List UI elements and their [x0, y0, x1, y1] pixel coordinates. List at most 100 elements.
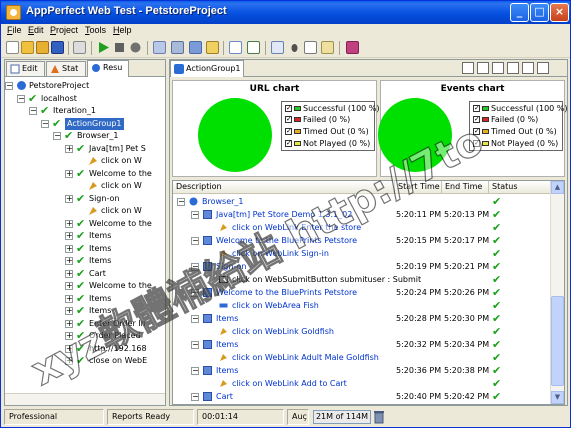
- table-row[interactable]: − Cart 5:20:40 PM 5:20:42 PM ✔: [173, 390, 551, 403]
- menu-project[interactable]: Project: [50, 25, 78, 35]
- menu-help[interactable]: Help: [113, 25, 132, 35]
- legend-checkbox[interactable]: [473, 138, 480, 149]
- legend-checkbox[interactable]: [473, 126, 480, 137]
- expand-toggle-icon[interactable]: +: [65, 357, 73, 365]
- tree-node[interactable]: − ✔ Iteration_1: [5, 105, 165, 117]
- legend-item-successful[interactable]: Successful (100 %): [285, 103, 380, 114]
- tree-node[interactable]: + ✔ Welcome to the: [5, 280, 165, 292]
- view-icon[interactable]: [462, 62, 474, 74]
- tree-node[interactable]: click on W: [5, 180, 165, 192]
- expand-toggle-icon[interactable]: −: [191, 341, 199, 349]
- tree-node[interactable]: + ✔ Java[tm] Pet S: [5, 143, 165, 155]
- col-end-time[interactable]: End Time: [442, 181, 489, 194]
- col-start-time[interactable]: Start Time: [395, 181, 442, 194]
- table-row[interactable]: − Items 5:20:36 PM 5:20:38 PM ✔: [173, 364, 551, 377]
- expand-toggle-icon[interactable]: +: [65, 344, 73, 353]
- help-book-icon[interactable]: [346, 41, 359, 54]
- legend-checkbox[interactable]: [473, 114, 480, 125]
- tree-node[interactable]: + ✔ Items: [5, 230, 165, 242]
- options-icon[interactable]: [321, 41, 334, 54]
- expand-toggle-icon[interactable]: +: [65, 269, 73, 278]
- legend-item-failed[interactable]: Failed (0 %): [473, 114, 538, 125]
- tree-node[interactable]: + ✔ close on WebE: [5, 355, 165, 367]
- scroll-thumb[interactable]: [551, 296, 564, 386]
- tab-edit[interactable]: Edit: [6, 61, 45, 76]
- close-button[interactable]: ×: [550, 3, 569, 22]
- expand-toggle-icon[interactable]: +: [65, 144, 73, 153]
- open-project-icon[interactable]: [36, 41, 49, 54]
- expand-toggle-icon[interactable]: −: [53, 132, 61, 140]
- expand-toggle-icon[interactable]: −: [17, 94, 25, 103]
- legend-item-not-played[interactable]: Not Played (0 %): [285, 138, 370, 149]
- table-row[interactable]: click on WebSubmitButton submituser : Su…: [173, 273, 551, 286]
- tab-results[interactable]: Resu: [87, 60, 129, 77]
- expand-toggle-icon[interactable]: −: [5, 82, 13, 90]
- legend-checkbox[interactable]: [285, 103, 292, 114]
- monitor-icon[interactable]: [271, 41, 284, 54]
- legend-item-failed[interactable]: Failed (0 %): [285, 114, 350, 125]
- expand-toggle-icon[interactable]: −: [29, 107, 37, 115]
- legend-checkbox[interactable]: [473, 103, 480, 114]
- tree-node[interactable]: + ✔ Cart: [5, 268, 165, 280]
- scroll-down-icon[interactable]: ▼: [551, 391, 564, 404]
- document-icon[interactable]: [304, 41, 317, 54]
- configure-icon[interactable]: [189, 41, 202, 54]
- save-icon[interactable]: [51, 41, 64, 54]
- expand-toggle-icon[interactable]: +: [65, 332, 73, 340]
- expand-toggle-icon[interactable]: +: [65, 232, 73, 240]
- trash-icon[interactable]: [374, 410, 384, 424]
- browser-icon[interactable]: [171, 41, 184, 54]
- tree-node[interactable]: click on W: [5, 205, 165, 217]
- play-icon[interactable]: [97, 41, 110, 54]
- title-bar[interactable]: AppPerfect Web Test - PetstoreProject _ …: [1, 1, 570, 24]
- tree-node[interactable]: − ✔ ActionGroup1: [5, 117, 165, 130]
- tree-node[interactable]: + ✔ Order Placed: [5, 330, 165, 342]
- expand-toggle-icon[interactable]: −: [191, 393, 199, 401]
- expand-toggle-icon[interactable]: −: [191, 237, 199, 245]
- col-status[interactable]: Status: [489, 181, 551, 194]
- results-tree[interactable]: − PetstoreProject − ✔ localhost − ✔ Iteration_1…: [5, 78, 165, 405]
- detach-icon[interactable]: [537, 62, 549, 74]
- tree-node[interactable]: click on W: [5, 155, 165, 167]
- bug-icon[interactable]: [288, 41, 301, 54]
- table-row[interactable]: click on WebLink Sign-in ✔: [173, 247, 551, 260]
- legend-checkbox[interactable]: [285, 138, 292, 149]
- table-row[interactable]: click on WebLink Goldfish ✔: [173, 325, 551, 338]
- tree-node[interactable]: + ✔ Welcome to the: [5, 218, 165, 230]
- table-row[interactable]: − Items 5:20:28 PM 5:20:30 PM ✔: [173, 312, 551, 325]
- new-icon[interactable]: [6, 41, 19, 54]
- edit-icon[interactable]: [229, 41, 242, 54]
- refresh-icon[interactable]: [492, 62, 504, 74]
- table-row[interactable]: − Welcome to the BluePrints Petstore 5:20:…: [173, 234, 551, 247]
- expand-toggle-icon[interactable]: −: [41, 119, 49, 128]
- expand-toggle-icon[interactable]: −: [177, 198, 185, 206]
- expand-toggle-icon[interactable]: −: [191, 315, 199, 323]
- expand-toggle-icon[interactable]: −: [191, 289, 199, 297]
- record-icon[interactable]: [129, 41, 142, 54]
- expand-toggle-icon[interactable]: +: [65, 282, 73, 290]
- chart-icon[interactable]: [247, 41, 260, 54]
- tree-node[interactable]: + ✔ Sign-on: [5, 193, 165, 205]
- table-row[interactable]: − Welcome to the BluePrints Petstore 5:20:…: [173, 286, 551, 299]
- export-icon[interactable]: [477, 62, 489, 74]
- table-row[interactable]: − Sign-on 5:20:19 PM 5:20:21 PM ✔: [173, 260, 551, 273]
- report-icon[interactable]: [206, 41, 219, 54]
- tree-node[interactable]: − ✔ Browser_1: [5, 130, 165, 142]
- expand-toggle-icon[interactable]: −: [191, 211, 199, 219]
- expand-toggle-icon[interactable]: −: [191, 263, 199, 271]
- maximize-button[interactable]: □: [530, 3, 549, 22]
- legend-checkbox[interactable]: [285, 126, 292, 137]
- open-folder-icon[interactable]: [21, 41, 34, 54]
- stop-icon[interactable]: [113, 41, 126, 54]
- tab-actiongroup1[interactable]: ActionGroup1: [170, 60, 244, 77]
- menu-tools[interactable]: Tools: [85, 25, 106, 35]
- expand-toggle-icon[interactable]: +: [65, 307, 73, 315]
- tree-node[interactable]: + ✔ Enter Order In: [5, 318, 165, 330]
- excel-icon[interactable]: [507, 62, 519, 74]
- horizontal-scrollbar[interactable]: [5, 393, 165, 405]
- tree-node[interactable]: + ✔ Items: [5, 243, 165, 255]
- table-row[interactable]: click on WebLink Adult Male Goldfish ✔: [173, 351, 551, 364]
- legend-item-timed-out[interactable]: Timed Out (0 %): [285, 126, 369, 137]
- table-row[interactable]: − Browser_1 ✔: [173, 195, 551, 208]
- legend-checkbox[interactable]: [285, 114, 292, 125]
